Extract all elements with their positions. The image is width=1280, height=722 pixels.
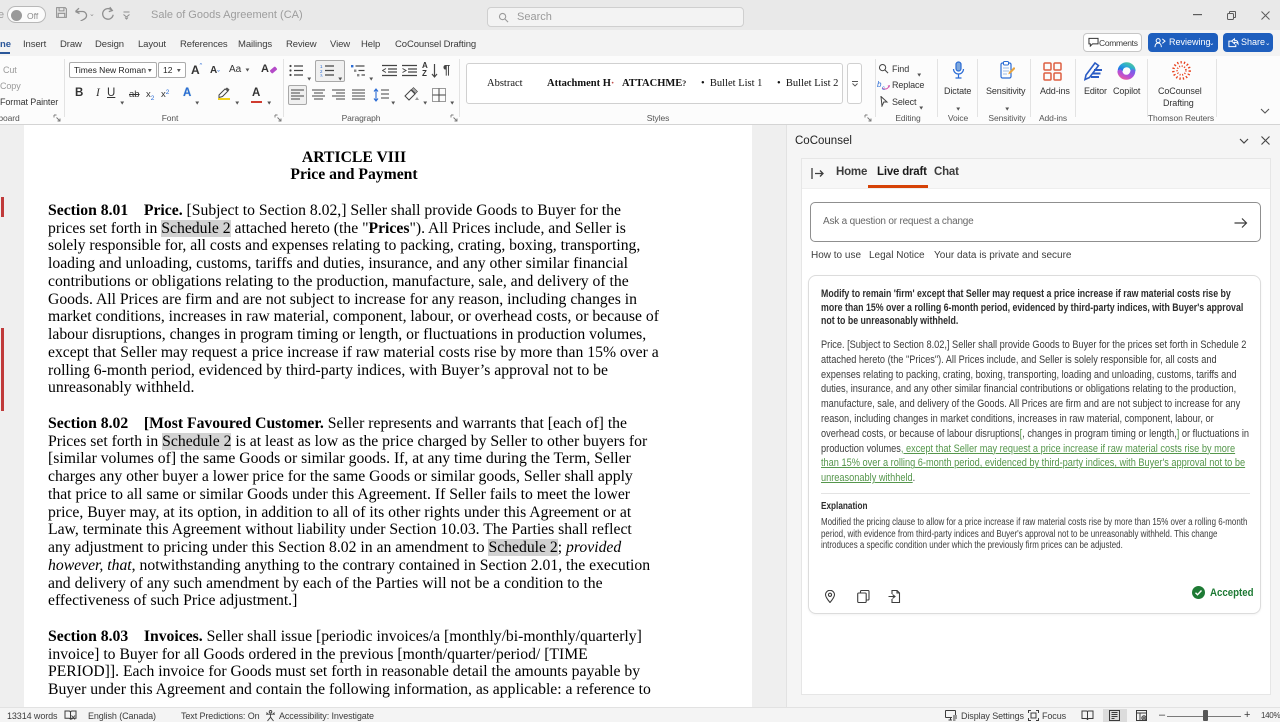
svg-text:c: c	[882, 86, 885, 91]
svg-text:3: 3	[320, 74, 323, 78]
